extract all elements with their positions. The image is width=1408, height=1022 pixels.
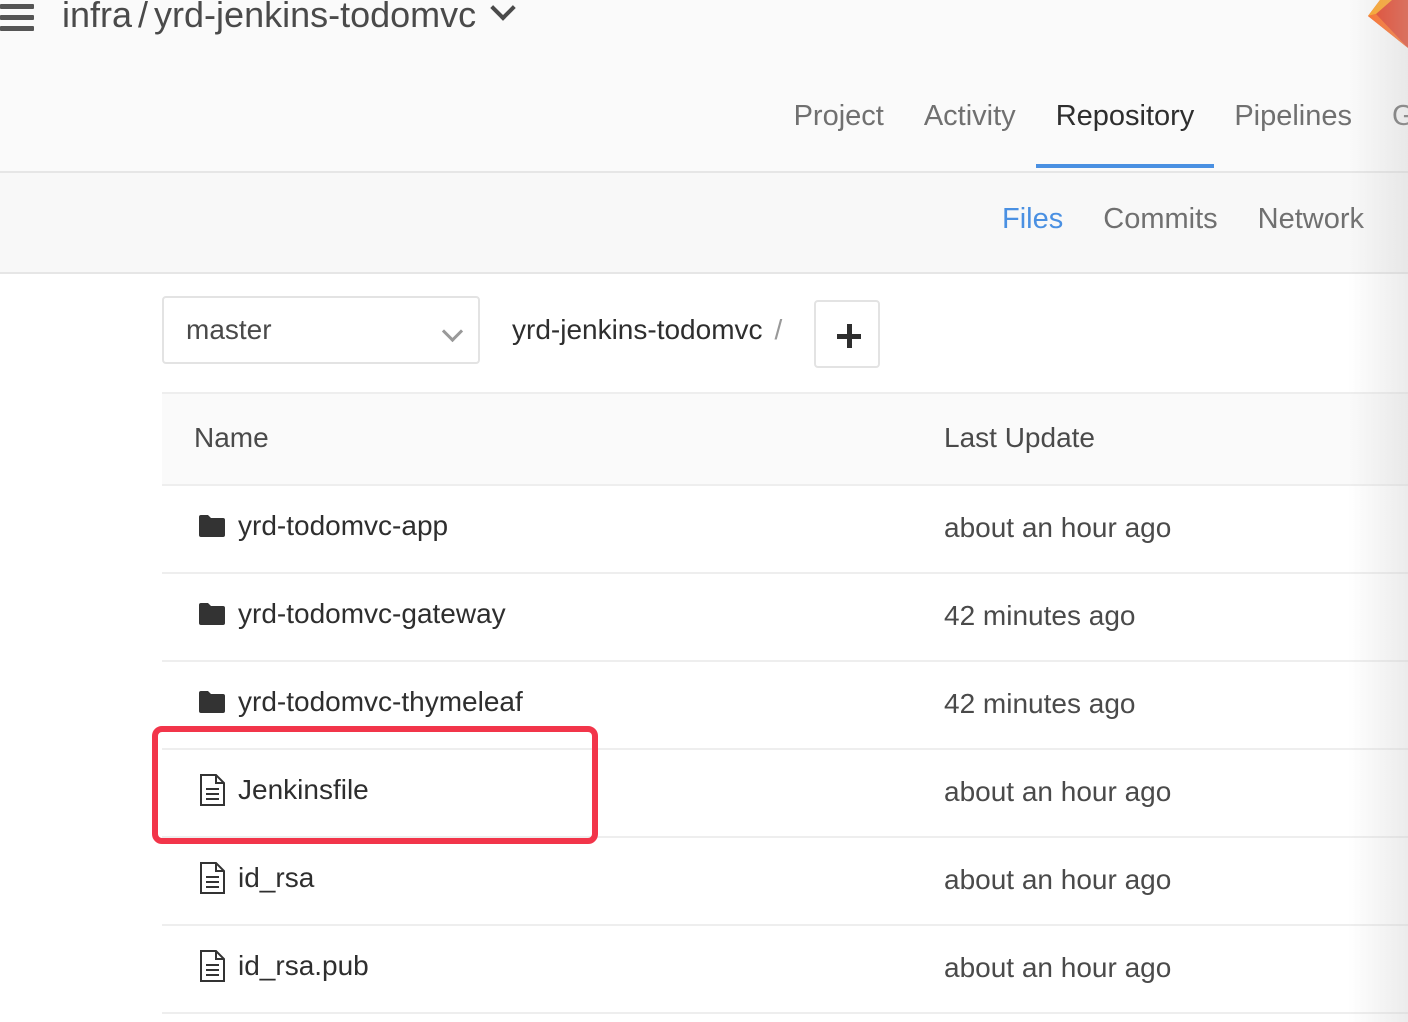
file-name-link[interactable]: Jenkinsfile (238, 774, 369, 806)
folder-icon (199, 603, 225, 625)
table-row[interactable]: Jenkinsfile about an hour ago (162, 750, 1408, 838)
add-file-button[interactable] (814, 300, 880, 368)
top-header: infra / yrd-jenkins-todomvc Project Activi… (0, 0, 1408, 173)
plus-icon (837, 324, 861, 348)
file-name-link[interactable]: yrd-todomvc-gateway (238, 598, 506, 630)
tab-pipelines[interactable]: Pipelines (1214, 96, 1372, 168)
file-icon (200, 862, 225, 894)
table-row[interactable]: yrd-todomvc-app about an hour ago (162, 486, 1408, 574)
table-row[interactable]: id_rsa.pub about an hour ago (162, 926, 1408, 1014)
sub-nav: Files Commits Network (0, 173, 1408, 274)
hamburger-icon[interactable] (0, 4, 34, 32)
tab-commits[interactable]: Commits (1083, 203, 1237, 236)
table-row[interactable]: yrd-todomvc-thymeleaf 42 minutes ago (162, 662, 1408, 750)
folder-icon (199, 691, 225, 713)
tab-graphs[interactable]: G (1372, 96, 1408, 168)
last-update-text: about an hour ago (944, 864, 1172, 895)
column-header-name: Name (194, 422, 269, 453)
table-row[interactable]: id_rsa about an hour ago (162, 838, 1408, 926)
file-name-link[interactable]: yrd-todomvc-app (238, 510, 448, 542)
tab-repository[interactable]: Repository (1035, 96, 1215, 168)
last-update-text: 42 minutes ago (944, 600, 1136, 631)
last-update-text: about an hour ago (944, 952, 1172, 983)
tab-network[interactable]: Network (1238, 203, 1384, 236)
page: infra / yrd-jenkins-todomvc Project Activi… (0, 0, 1408, 1022)
gitlab-logo-icon[interactable] (1368, 0, 1408, 48)
file-icon (200, 774, 225, 806)
tab-project[interactable]: Project (774, 96, 904, 168)
main-nav: Project Activity Repository Pipelines G (774, 96, 1408, 170)
table-header: Name Last Update (162, 392, 1408, 486)
tab-activity[interactable]: Activity (904, 96, 1036, 168)
namespace-link[interactable]: infra (62, 0, 132, 35)
table-row[interactable]: yrd-todomvc-gateway 42 minutes ago (162, 574, 1408, 662)
file-name-link[interactable]: id_rsa.pub (238, 950, 369, 982)
last-update-text: about an hour ago (944, 776, 1172, 807)
column-header-last-update: Last Update (944, 422, 1095, 453)
branch-select[interactable]: master (162, 296, 480, 364)
file-name-link[interactable]: id_rsa (238, 862, 314, 894)
file-name-link[interactable]: yrd-todomvc-thymeleaf (238, 686, 523, 718)
breadcrumb-separator: / (774, 314, 783, 345)
last-update-text: 42 minutes ago (944, 688, 1136, 719)
project-title[interactable]: infra / yrd-jenkins-todomvc (62, 0, 516, 36)
breadcrumb-repo-link[interactable]: yrd-jenkins-todomvc (512, 314, 763, 345)
title-separator: / (138, 0, 149, 35)
tab-files[interactable]: Files (982, 203, 1083, 236)
file-icon (200, 950, 225, 982)
file-tree-table: Name Last Update yrd-todomvc-app about a… (162, 392, 1408, 1014)
chevron-down-icon[interactable] (490, 0, 516, 21)
breadcrumb: yrd-jenkins-todomvc / (512, 314, 782, 346)
folder-icon (199, 515, 225, 537)
last-update-text: about an hour ago (944, 512, 1172, 543)
project-link[interactable]: yrd-jenkins-todomvc (154, 0, 476, 35)
chevron-down-icon (441, 320, 464, 343)
branch-select-value: master (186, 314, 272, 345)
